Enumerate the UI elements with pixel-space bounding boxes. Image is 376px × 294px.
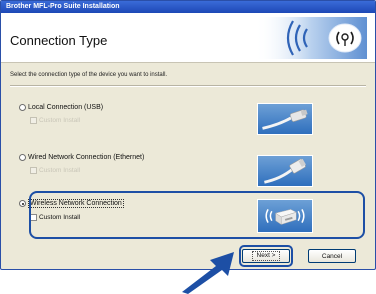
page-title: Connection Type [10, 33, 108, 48]
window-title: Brother MFL-Pro Suite Installation [1, 1, 375, 13]
ethernet-cable-icon [257, 155, 313, 187]
radio-usb-dot[interactable] [19, 104, 26, 111]
instruction-text: Select the connection type of the device… [10, 72, 168, 78]
divider [10, 85, 366, 87]
wireless-option-highlight [29, 191, 365, 239]
next-button-highlight [239, 245, 293, 267]
custom-install-usb: Custom Install [30, 117, 80, 124]
header-banner: Connection Type [1, 13, 375, 63]
custom-install-ethernet-label: Custom Install [39, 167, 81, 174]
custom-install-ethernet-checkbox [30, 167, 37, 174]
radio-usb-label: Local Connection (USB) [28, 104, 104, 111]
radio-usb[interactable]: Local Connection (USB) [19, 103, 103, 112]
radio-ethernet-label: Wired Network Connection (Ethernet) [28, 154, 145, 161]
custom-install-usb-label: Custom Install [39, 117, 81, 124]
radio-ethernet-dot[interactable] [19, 154, 26, 161]
radio-wireless-dot[interactable] [19, 200, 26, 207]
installer-window: Brother MFL-Pro Suite Installation Conne… [0, 0, 376, 270]
radio-ethernet[interactable]: Wired Network Connection (Ethernet) [19, 153, 144, 162]
pointer-arrow-icon [182, 252, 234, 294]
wireless-signal-logo-icon [255, 17, 367, 59]
custom-install-usb-checkbox [30, 117, 37, 124]
cancel-button[interactable]: Cancel [308, 249, 356, 263]
custom-install-ethernet: Custom Install [30, 167, 80, 174]
usb-cable-icon [257, 103, 313, 135]
